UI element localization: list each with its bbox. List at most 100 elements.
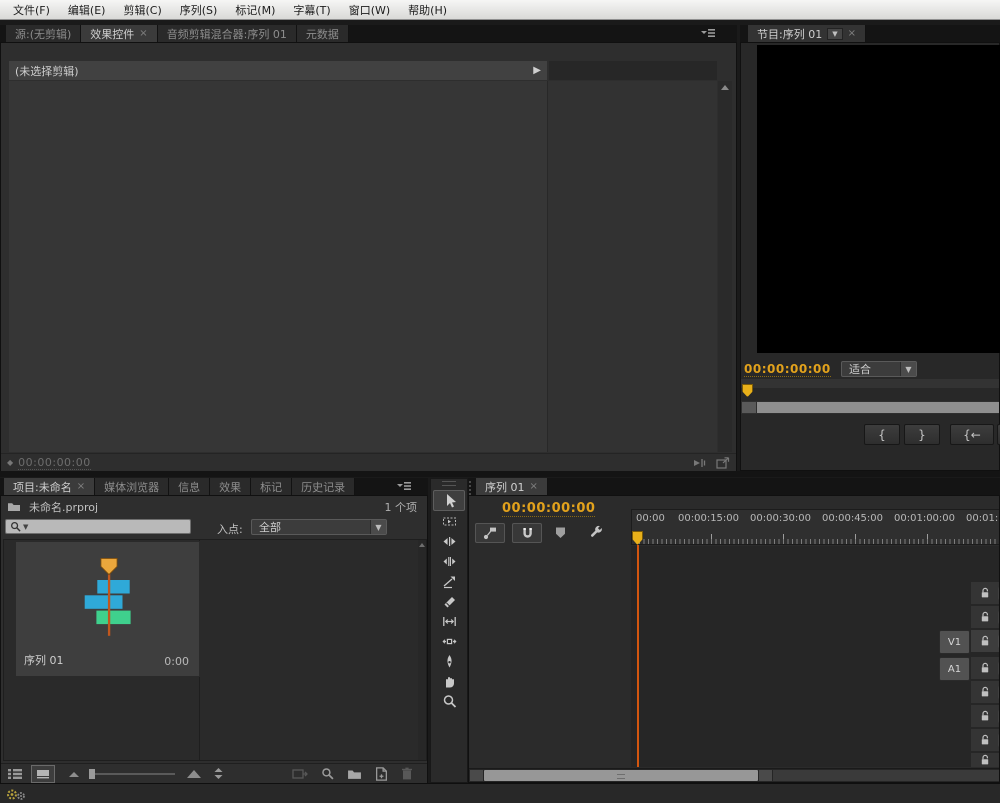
scrollbar-track[interactable] xyxy=(773,770,1000,781)
snap-toggle-button[interactable] xyxy=(512,523,542,543)
list-view-icon[interactable] xyxy=(7,768,23,780)
tab-effect-controls[interactable]: 效果控件× xyxy=(81,25,157,42)
tab-markers[interactable]: 标记 xyxy=(251,478,292,495)
tab-audio-mixer[interactable]: 音频剪辑混合器:序列 01 xyxy=(158,25,297,42)
timeline-timecode[interactable]: 00:00:00:00 xyxy=(502,501,595,517)
rolling-edit-tool-icon[interactable] xyxy=(434,552,464,571)
tab-source[interactable]: 源:(无剪辑) xyxy=(6,25,81,42)
chevron-down-icon[interactable]: ▼ xyxy=(23,523,28,531)
go-to-in-button[interactable]: {← xyxy=(950,424,994,445)
export-icon[interactable] xyxy=(716,457,730,469)
zoom-tool-icon[interactable] xyxy=(434,692,464,711)
panel-divider[interactable] xyxy=(0,471,1000,477)
in-point-dropdown[interactable]: 全部 ▼ xyxy=(251,519,387,535)
lock-icon[interactable] xyxy=(979,686,991,698)
razor-tool-icon[interactable] xyxy=(434,592,464,611)
icon-view-icon[interactable] xyxy=(31,765,55,783)
zoom-in-icon[interactable] xyxy=(185,768,203,779)
search-input[interactable]: ▼ xyxy=(5,519,191,534)
lock-icon[interactable] xyxy=(979,662,991,674)
close-icon[interactable]: × xyxy=(77,482,85,492)
menu-title[interactable]: 字幕(T) xyxy=(284,0,339,21)
panel-menu-icon[interactable] xyxy=(396,481,412,491)
hand-tool-icon[interactable] xyxy=(434,672,464,691)
program-timecode[interactable]: 00:00:00:00 xyxy=(744,362,831,377)
audio-target-a1[interactable]: A1 xyxy=(939,657,970,681)
panel-menu-icon[interactable] xyxy=(700,28,716,38)
menu-sequence[interactable]: 序列(S) xyxy=(171,0,227,21)
tab-info[interactable]: 信息 xyxy=(169,478,210,495)
project-scrollbar[interactable] xyxy=(418,540,426,760)
lock-icon[interactable] xyxy=(979,710,991,722)
tab-metadata[interactable]: 元数据 xyxy=(297,25,349,42)
chevron-down-icon[interactable]: ▼ xyxy=(370,520,386,534)
lock-icon[interactable] xyxy=(979,587,991,599)
zoom-slider-handle[interactable] xyxy=(89,769,95,779)
nest-toggle-button[interactable] xyxy=(475,523,505,543)
automate-to-sequence-icon[interactable] xyxy=(292,768,308,780)
chevron-down-icon[interactable]: ▼ xyxy=(827,28,842,40)
scroll-up-icon[interactable] xyxy=(419,543,425,547)
program-mini-ruler[interactable] xyxy=(741,379,999,388)
menu-help[interactable]: 帮助(H) xyxy=(399,0,456,21)
zoom-slider[interactable] xyxy=(89,773,175,775)
selection-tool-icon[interactable] xyxy=(433,490,465,511)
rate-stretch-tool-icon[interactable] xyxy=(434,572,464,591)
lock-icon[interactable] xyxy=(979,611,991,623)
lock-icon[interactable] xyxy=(979,734,991,746)
tab-program[interactable]: 节目:序列 01 ▼ × xyxy=(748,25,866,42)
lock-icon[interactable] xyxy=(979,635,991,647)
sort-icon[interactable] xyxy=(213,767,224,780)
tab-media-browser[interactable]: 媒体浏览器 xyxy=(95,478,169,495)
lock-icon[interactable] xyxy=(979,754,991,766)
effect-footer-timecode[interactable]: 00:00:00:00 xyxy=(18,456,91,470)
find-icon[interactable] xyxy=(321,767,334,780)
close-icon[interactable]: × xyxy=(530,482,538,492)
sequence-item-tile[interactable]: 序列 01 0:00 xyxy=(15,541,200,677)
time-ruler[interactable]: 00:00 00:00:15:00 00:00:30:00 00:00:45:0… xyxy=(631,509,1000,545)
tab-effects[interactable]: 效果 xyxy=(210,478,251,495)
program-playhead-icon[interactable] xyxy=(742,384,753,397)
slide-tool-icon[interactable] xyxy=(434,632,464,651)
settings-wrench-icon[interactable] xyxy=(589,525,603,539)
menu-window[interactable]: 窗口(W) xyxy=(340,0,399,21)
scrollbar-button[interactable] xyxy=(470,770,483,781)
menu-file[interactable]: 文件(F) xyxy=(4,0,59,21)
mark-in-button[interactable]: { xyxy=(864,424,900,445)
close-icon[interactable]: × xyxy=(848,29,856,39)
fit-dropdown[interactable]: 适合 ▼ xyxy=(841,361,917,377)
scrollbar-button[interactable] xyxy=(742,402,756,413)
track-select-tool-icon[interactable] xyxy=(434,512,464,531)
project-file-name[interactable]: 未命名.prproj xyxy=(29,499,98,515)
effect-scrollbar[interactable] xyxy=(718,81,732,452)
menu-marker[interactable]: 标记(M) xyxy=(226,0,284,21)
scrollbar-thumb[interactable] xyxy=(484,770,758,781)
slip-tool-icon[interactable] xyxy=(434,612,464,631)
ripple-edit-tool-icon[interactable] xyxy=(434,532,464,551)
clip-header-bar[interactable]: (未选择剪辑) ▶ xyxy=(9,61,547,80)
chevron-down-icon[interactable]: ▼ xyxy=(900,362,916,376)
scrollbar-thumb[interactable] xyxy=(757,402,999,413)
tab-timeline-sequence[interactable]: 序列 01× xyxy=(476,478,548,495)
play-audio-icon[interactable] xyxy=(692,457,706,469)
scrollbar-button[interactable] xyxy=(759,770,772,781)
video-target-v1[interactable]: V1 xyxy=(939,630,970,654)
add-marker-icon[interactable] xyxy=(554,526,567,539)
trash-icon[interactable] xyxy=(401,767,413,780)
menu-clip[interactable]: 剪辑(C) xyxy=(114,0,170,21)
tab-history[interactable]: 历史记录 xyxy=(292,478,355,495)
new-bin-icon[interactable] xyxy=(347,768,362,780)
tab-project[interactable]: 项目:未命名× xyxy=(4,478,95,495)
zoom-out-icon[interactable] xyxy=(67,769,81,778)
panel-grip[interactable] xyxy=(469,481,476,495)
pen-tool-icon[interactable] xyxy=(434,652,464,671)
expand-arrow-icon[interactable]: ▶ xyxy=(533,65,541,76)
panel-grip[interactable] xyxy=(442,481,456,486)
menu-edit[interactable]: 编辑(E) xyxy=(59,0,115,21)
playhead-line[interactable] xyxy=(637,545,639,767)
scroll-up-icon[interactable] xyxy=(721,85,729,90)
close-icon[interactable]: × xyxy=(139,29,147,39)
mark-out-button[interactable]: } xyxy=(904,424,940,445)
program-scrollbar[interactable] xyxy=(741,401,999,414)
new-item-icon[interactable] xyxy=(375,767,388,781)
